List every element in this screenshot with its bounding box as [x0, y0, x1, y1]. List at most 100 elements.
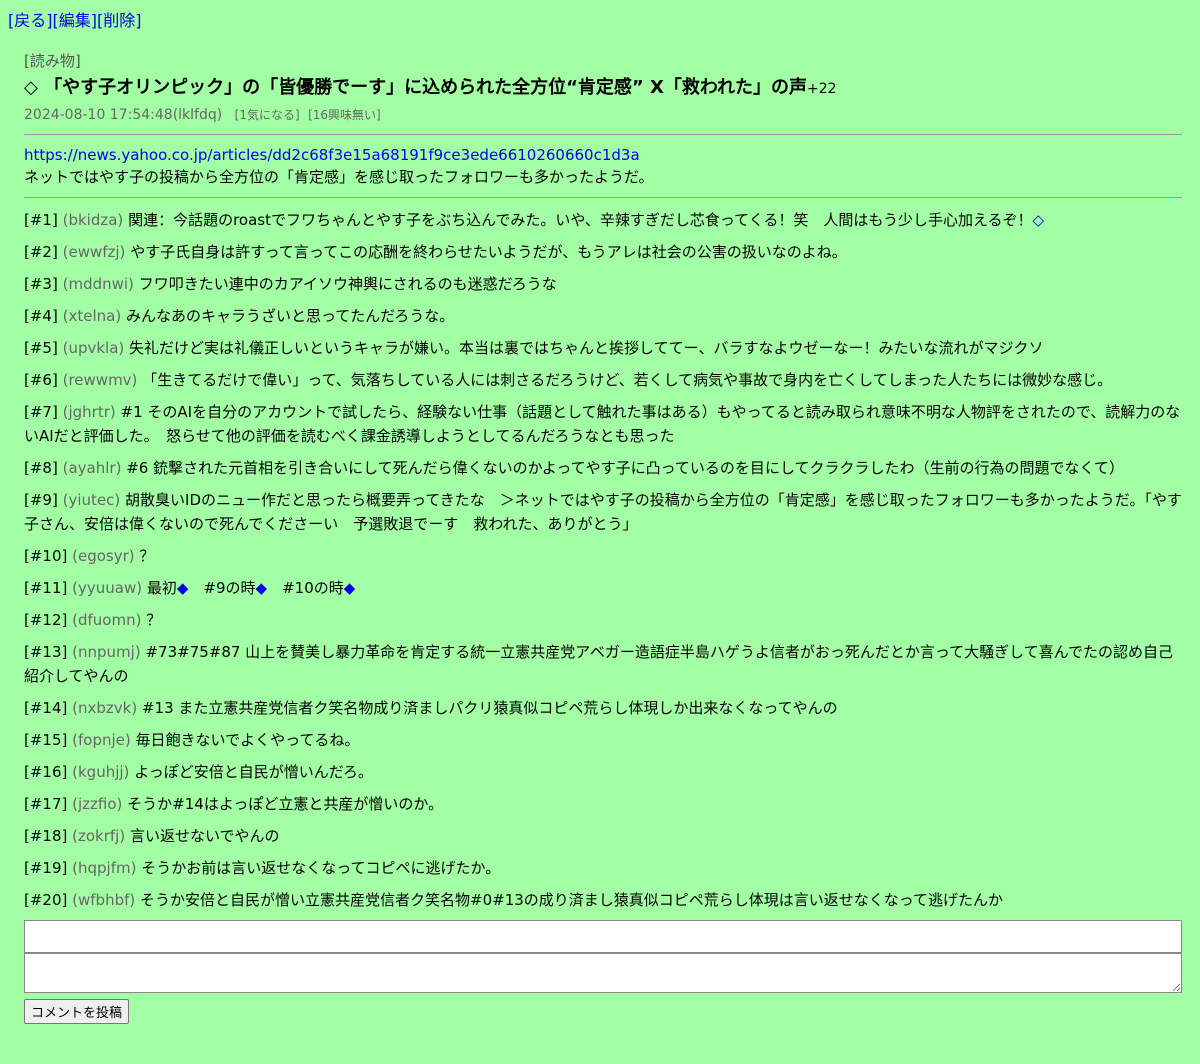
post-meta: 2024-08-10 17:54:48(lklfdq) [1気になる] [16興…: [24, 105, 1182, 125]
comment-user-id: (zokrfj): [72, 827, 126, 845]
comment-number[interactable]: [#6]: [24, 371, 58, 389]
edit-link[interactable]: [編集]: [53, 11, 98, 30]
comment-text: 言い返せないでやんの: [129, 827, 280, 845]
comment-number[interactable]: [#11]: [24, 579, 67, 597]
comment-item: [#16] (kguhjj) よっぽど安倍と自民が憎いんだろ。: [24, 760, 1182, 784]
comment-user-id: (egosyr): [72, 547, 135, 565]
comment-user-id: (kguhjj): [72, 763, 130, 781]
comment-item: [#20] (wfbhbf) そうか安倍と自民が憎い立憲共産党信者ク笑名物#0#…: [24, 888, 1182, 912]
comment-number[interactable]: [#12]: [24, 611, 67, 629]
delete-link[interactable]: [削除]: [97, 11, 142, 30]
post-score: +22: [807, 81, 837, 97]
comment-item: [#6] (rewwmv) 「生きてるだけで偉い」って、気落ちしている人には刺さ…: [24, 368, 1182, 392]
post-container: [読み物] ◇ 「やす子オリンピック」の「皆優勝でーす」に込められた全方位“肯定…: [24, 50, 1182, 1024]
comment-user-id: (ayahlr): [62, 459, 122, 477]
post-comment-button[interactable]: コメントを投稿: [24, 999, 130, 1024]
comment-number[interactable]: [#3]: [24, 275, 58, 293]
interested-count[interactable]: [1気になる]: [235, 108, 300, 122]
comment-number[interactable]: [#18]: [24, 827, 67, 845]
comment-text: そうか#14はよっぽど立憲と共産が憎いのか。: [127, 795, 444, 813]
not-interested-count[interactable]: [16興味無い]: [308, 108, 381, 122]
comment-item: [#7] (jghrtr) #1 そのAIを自分のアカウントで試したら、経験ない…: [24, 400, 1182, 448]
comment-text: そうかお前は言い返せなくなってコピペに逃げたか。: [141, 859, 501, 877]
comment-item: [#12] (dfuomn) ？: [24, 608, 1182, 632]
post-title: ◇ 「やす子オリンピック」の「皆優勝でーす」に込められた全方位“肯定感” X「救…: [24, 77, 808, 98]
comment-item: [#11] (yyuuaw) 最初◆ #9の時◆ #10の時◆: [24, 576, 1182, 600]
comment-name-input[interactable]: [24, 920, 1182, 953]
comment-item: [#2] (ewwfzj) やす子氏自身は許すって言ってこの応酬を終わらせたいよ…: [24, 240, 1182, 264]
comment-item: [#3] (mddnwi) フワ叩きたい連中のカアイソウ神輿にされるのも迷惑だろ…: [24, 272, 1182, 296]
comment-text: やす子氏自身は許すって言ってこの応酬を終わらせたいようだが、もうアレは社会の公害…: [130, 243, 847, 261]
comment-user-id: (jzzfio): [72, 795, 123, 813]
comment-user-id: (yiutec): [62, 491, 121, 509]
comment-link-icon[interactable]: ◇: [1033, 211, 1045, 229]
comment-text: #6 銃撃された元首相を引き合いにして死んだら偉くないのかよってやす子に凸ってい…: [126, 459, 1125, 477]
comment-user-id: (bkidza): [62, 211, 124, 229]
comment-user-id: (yyuuaw): [72, 579, 143, 597]
comment-item: [#18] (zokrfj) 言い返せないでやんの: [24, 824, 1182, 848]
comment-user-id: (rewwmv): [62, 371, 138, 389]
comment-item: [#10] (egosyr) ？: [24, 544, 1182, 568]
comment-item: [#8] (ayahlr) #6 銃撃された元首相を引き合いにして死んだら偉くな…: [24, 456, 1182, 480]
comment-text: #13 また立憲共産党信者ク笑名物成り済ましパクリ猿真似コピペ荒らし体現しか出来…: [141, 699, 838, 717]
comment-user-id: (mddnwi): [62, 275, 134, 293]
comment-text: 関連：今話題のroastでフワちゃんとやす子をぶち込んでみた。いや、辛辣すぎだし…: [128, 211, 1033, 229]
post-title-line: ◇ 「やす子オリンピック」の「皆優勝でーす」に込められた全方位“肯定感” X「救…: [24, 75, 1182, 102]
comment-user-id: (nnpumj): [72, 643, 141, 661]
comment-number[interactable]: [#9]: [24, 491, 58, 509]
comment-item: [#9] (yiutec) 胡散臭いIDのニュー作だと思ったら概要弄ってきたな …: [24, 488, 1182, 536]
back-link[interactable]: [戻る]: [8, 11, 53, 30]
comment-text: みんなあのキャラうざいと思ってたんだろうな。: [125, 307, 455, 325]
comment-text: 毎日飽きないでよくやってるね。: [135, 731, 360, 749]
comment-number[interactable]: [#17]: [24, 795, 67, 813]
comment-text: そうか安倍と自民が憎い立憲共産党信者ク笑名物#0#13の成り済まし猿真似コピペ荒…: [140, 891, 1004, 909]
comment-number[interactable]: [#7]: [24, 403, 58, 421]
comment-text: ？: [139, 547, 155, 565]
comment-number[interactable]: [#20]: [24, 891, 67, 909]
comment-number[interactable]: [#13]: [24, 643, 67, 661]
comment-text: フワ叩きたい連中のカアイソウ神輿にされるのも迷惑だろうな: [138, 275, 557, 293]
comment-number[interactable]: [#1]: [24, 211, 58, 229]
post-description: ネットではやす子の投稿から全方位の「肯定感」を感じ取ったフォロワーも多かったよう…: [24, 168, 654, 186]
comment-item: [#14] (nxbzvk) #13 また立憲共産党信者ク笑名物成り済ましパクリ…: [24, 696, 1182, 720]
top-nav: [戻る][編集][削除]: [8, 10, 142, 32]
post-category: [読み物]: [24, 52, 81, 70]
comment-textarea[interactable]: [24, 953, 1182, 993]
comment-user-id: (upvkla): [62, 339, 125, 357]
comment-user-id: (jghrtr): [62, 403, 116, 421]
comment-text: 「生きてるだけで偉い」って、気落ちしている人には刺さるだろうけど、若くして病気や…: [142, 371, 1113, 389]
comment-text: ？: [146, 611, 162, 629]
comment-number[interactable]: [#5]: [24, 339, 58, 357]
comment-number[interactable]: [#10]: [24, 547, 67, 565]
comment-item: [#17] (jzzfio) そうか#14はよっぽど立憲と共産が憎いのか。: [24, 792, 1182, 816]
comment-text: 胡散臭いIDのニュー作だと思ったら概要弄ってきたな ＞ネットではやす子の投稿から…: [24, 491, 1182, 533]
comment-number[interactable]: [#4]: [24, 307, 58, 325]
comment-list: [#1] (bkidza) 関連：今話題のroastでフワちゃんとやす子をぶち込…: [24, 208, 1182, 912]
comment-text: #73#75#87 山上を賛美し暴力革命を肯定する統一立憲共産党アベガー造語症半…: [24, 643, 1173, 685]
comment-form: コメントを投稿: [24, 920, 1182, 1024]
comment-user-id: (hqpjfm): [72, 859, 137, 877]
comment-item: [#4] (xtelna) みんなあのキャラうざいと思ってたんだろうな。: [24, 304, 1182, 328]
comment-user-id: (xtelna): [62, 307, 122, 325]
comment-item: [#19] (hqpjfm) そうかお前は言い返せなくなってコピペに逃げたか。: [24, 856, 1182, 880]
divider: [24, 197, 1182, 198]
comment-item: [#15] (fopnje) 毎日飽きないでよくやってるね。: [24, 728, 1182, 752]
comment-number[interactable]: [#19]: [24, 859, 67, 877]
comment-number[interactable]: [#8]: [24, 459, 58, 477]
comment-item: [#1] (bkidza) 関連：今話題のroastでフワちゃんとやす子をぶち込…: [24, 208, 1182, 232]
comment-user-id: (wfbhbf): [72, 891, 136, 909]
comment-text: 失礼だけど実は礼儀正しいというキャラが嫌い。本当は裏ではちゃんと挨拶しててー、バ…: [129, 339, 1044, 357]
comment-item: [#13] (nnpumj) #73#75#87 山上を賛美し暴力革命を肯定する…: [24, 640, 1182, 688]
post-datetime: 2024-08-10 17:54:48(lklfdq): [24, 107, 223, 123]
comment-number[interactable]: [#16]: [24, 763, 67, 781]
article-url[interactable]: https://news.yahoo.co.jp/articles/dd2c68…: [24, 145, 1182, 166]
comment-user-id: (nxbzvk): [72, 699, 138, 717]
comment-text: 最初◆ #9の時◆ #10の時◆: [146, 579, 356, 597]
comment-item: [#5] (upvkla) 失礼だけど実は礼儀正しいというキャラが嫌い。本当は裏…: [24, 336, 1182, 360]
comment-text: よっぽど安倍と自民が憎いんだろ。: [134, 763, 373, 781]
comment-number[interactable]: [#14]: [24, 699, 67, 717]
comment-number[interactable]: [#2]: [24, 243, 58, 261]
comment-number[interactable]: [#15]: [24, 731, 67, 749]
comment-user-id: (fopnje): [72, 731, 131, 749]
comment-text: #1 そのAIを自分のアカウントで試したら、経験ない仕事（話題として触れた事はあ…: [24, 403, 1181, 445]
